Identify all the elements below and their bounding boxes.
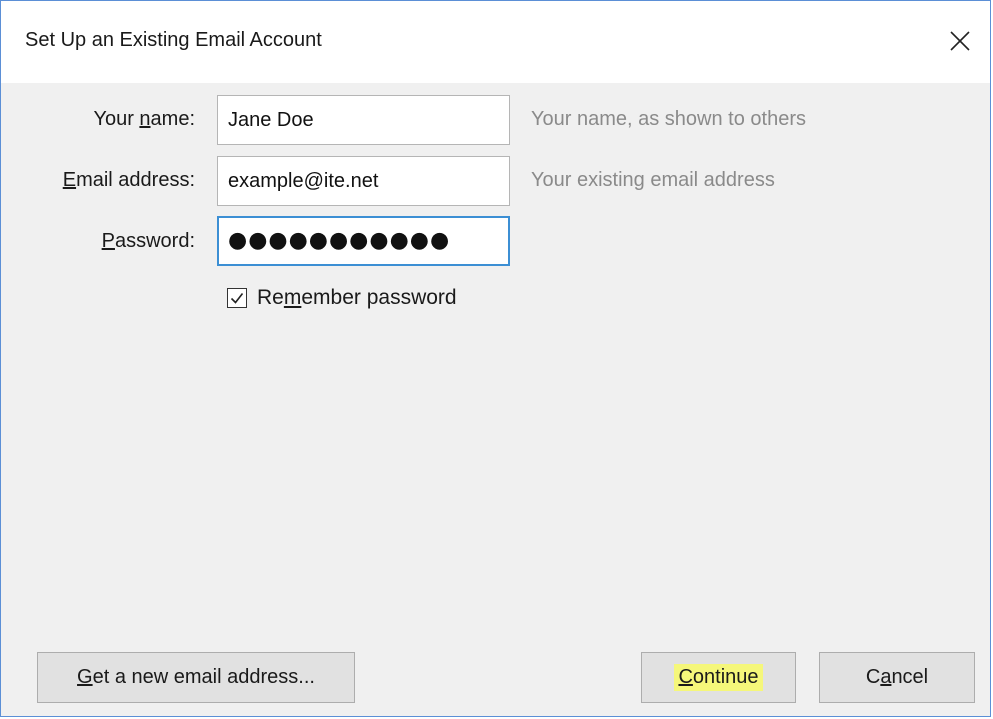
checkmark-icon [230,293,244,304]
close-icon [950,31,970,51]
remember-password-label: Remember password [257,286,457,309]
password-field[interactable]: ●●●●●●●●●●● [217,216,510,266]
continue-button[interactable]: Continue [641,652,796,703]
remember-password-checkbox[interactable] [227,288,247,308]
cancel-label: Cancel [865,666,929,688]
email-setup-dialog: Set Up an Existing Email Account Your na… [0,0,991,717]
get-new-email-button[interactable]: Get a new email address... [37,652,355,703]
email-field[interactable]: example@ite.net [217,156,510,206]
password-label: Password: [101,230,195,252]
name-label: Your name: [93,108,195,130]
name-hint: Your name, as shown to others [531,108,806,130]
email-label: Email address: [62,169,195,191]
continue-label: Continue [674,664,763,691]
email-hint: Your existing email address [531,169,775,191]
title-bar: Set Up an Existing Email Account [1,1,990,83]
name-field[interactable]: Jane Doe [217,95,510,145]
close-button[interactable] [940,21,980,61]
cancel-button[interactable]: Cancel [819,652,975,703]
get-new-email-label: Get a new email address... [77,666,315,688]
dialog-title: Set Up an Existing Email Account [25,29,322,51]
remember-password-option[interactable]: Remember password [227,282,457,314]
